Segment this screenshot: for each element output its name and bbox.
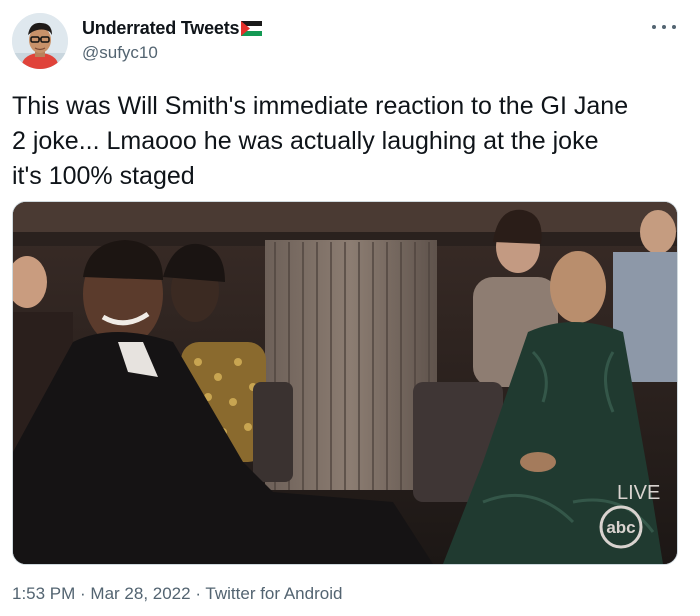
tweet-media[interactable]: LIVE abc: [12, 201, 678, 565]
separator-dot: ·: [190, 584, 206, 603]
avatar-image: [12, 13, 68, 69]
tweet-timestamp[interactable]: 1:53 PM · Mar 28, 2022 · Twitter for And…: [12, 584, 342, 604]
author-name-row[interactable]: Underrated Tweets: [82, 18, 263, 39]
tweet-text: This was Will Smith's immediate reaction…: [12, 92, 629, 190]
tweet-date[interactable]: Mar 28, 2022: [90, 584, 190, 603]
more-horizontal-icon: [662, 25, 666, 29]
live-label: LIVE: [617, 482, 660, 504]
palestine-flag-icon: [241, 21, 263, 36]
more-options-button[interactable]: [652, 19, 676, 35]
separator-dot: ·: [75, 584, 91, 603]
tweet-source[interactable]: Twitter for Android: [205, 584, 342, 603]
media-image: LIVE abc: [13, 202, 677, 564]
avatar[interactable]: [12, 13, 68, 69]
tweet-time[interactable]: 1:53 PM: [12, 584, 75, 603]
network-logo-text: abc: [606, 518, 635, 537]
more-horizontal-icon: [672, 25, 676, 29]
display-name[interactable]: Underrated Tweets: [82, 18, 240, 39]
author-handle[interactable]: @sufyc10: [82, 43, 158, 63]
more-horizontal-icon: [652, 25, 656, 29]
